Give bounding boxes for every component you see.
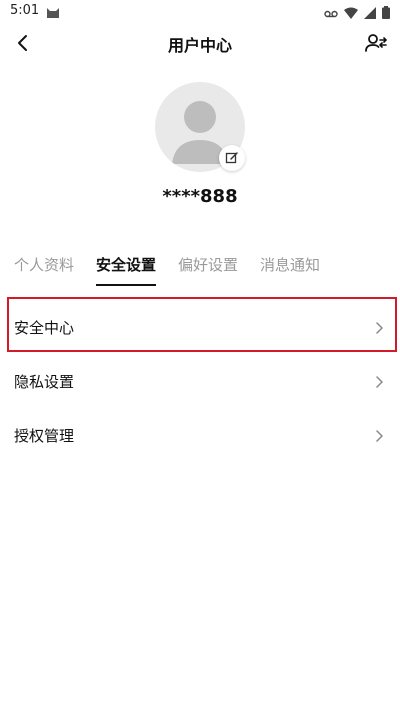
- wifi-icon: [344, 4, 358, 23]
- status-icons: [324, 4, 390, 23]
- tab-bar: 个人资料 安全设置 偏好设置 消息通知: [14, 254, 320, 286]
- tab-notifications[interactable]: 消息通知: [260, 254, 320, 286]
- page-title: 用户中心: [167, 36, 232, 55]
- status-time: 5:01: [10, 3, 40, 18]
- list-item-authorization-management[interactable]: 授权管理: [0, 408, 400, 462]
- list-item-label: 隐私设置: [14, 372, 75, 391]
- profile-avatar[interactable]: [155, 82, 245, 172]
- edit-icon[interactable]: [219, 145, 245, 171]
- list-item-security-center[interactable]: 安全中心: [0, 300, 400, 354]
- list-item-label: 安全中心: [14, 318, 75, 337]
- chevron-right-icon: [374, 374, 384, 388]
- tab-security-settings[interactable]: 安全设置: [96, 254, 157, 286]
- status-bar: 5:01: [0, 0, 400, 22]
- tab-preferences[interactable]: 偏好设置: [178, 254, 238, 286]
- voicemail-icon: [324, 4, 338, 23]
- chevron-right-icon: [374, 320, 384, 334]
- settings-list: 安全中心 隐私设置 授权管理: [0, 300, 400, 462]
- user-switch-icon[interactable]: [364, 31, 388, 55]
- list-item-label: 授权管理: [14, 426, 75, 445]
- username: ****888: [162, 186, 238, 207]
- battery-icon: [382, 4, 390, 23]
- list-item-privacy-settings[interactable]: 隐私设置: [0, 354, 400, 408]
- top-nav: 用户中心: [0, 22, 400, 64]
- signal-icon: [364, 4, 376, 23]
- cat-icon: [46, 4, 60, 23]
- chevron-right-icon: [374, 428, 384, 442]
- tab-personal-info[interactable]: 个人资料: [14, 254, 74, 286]
